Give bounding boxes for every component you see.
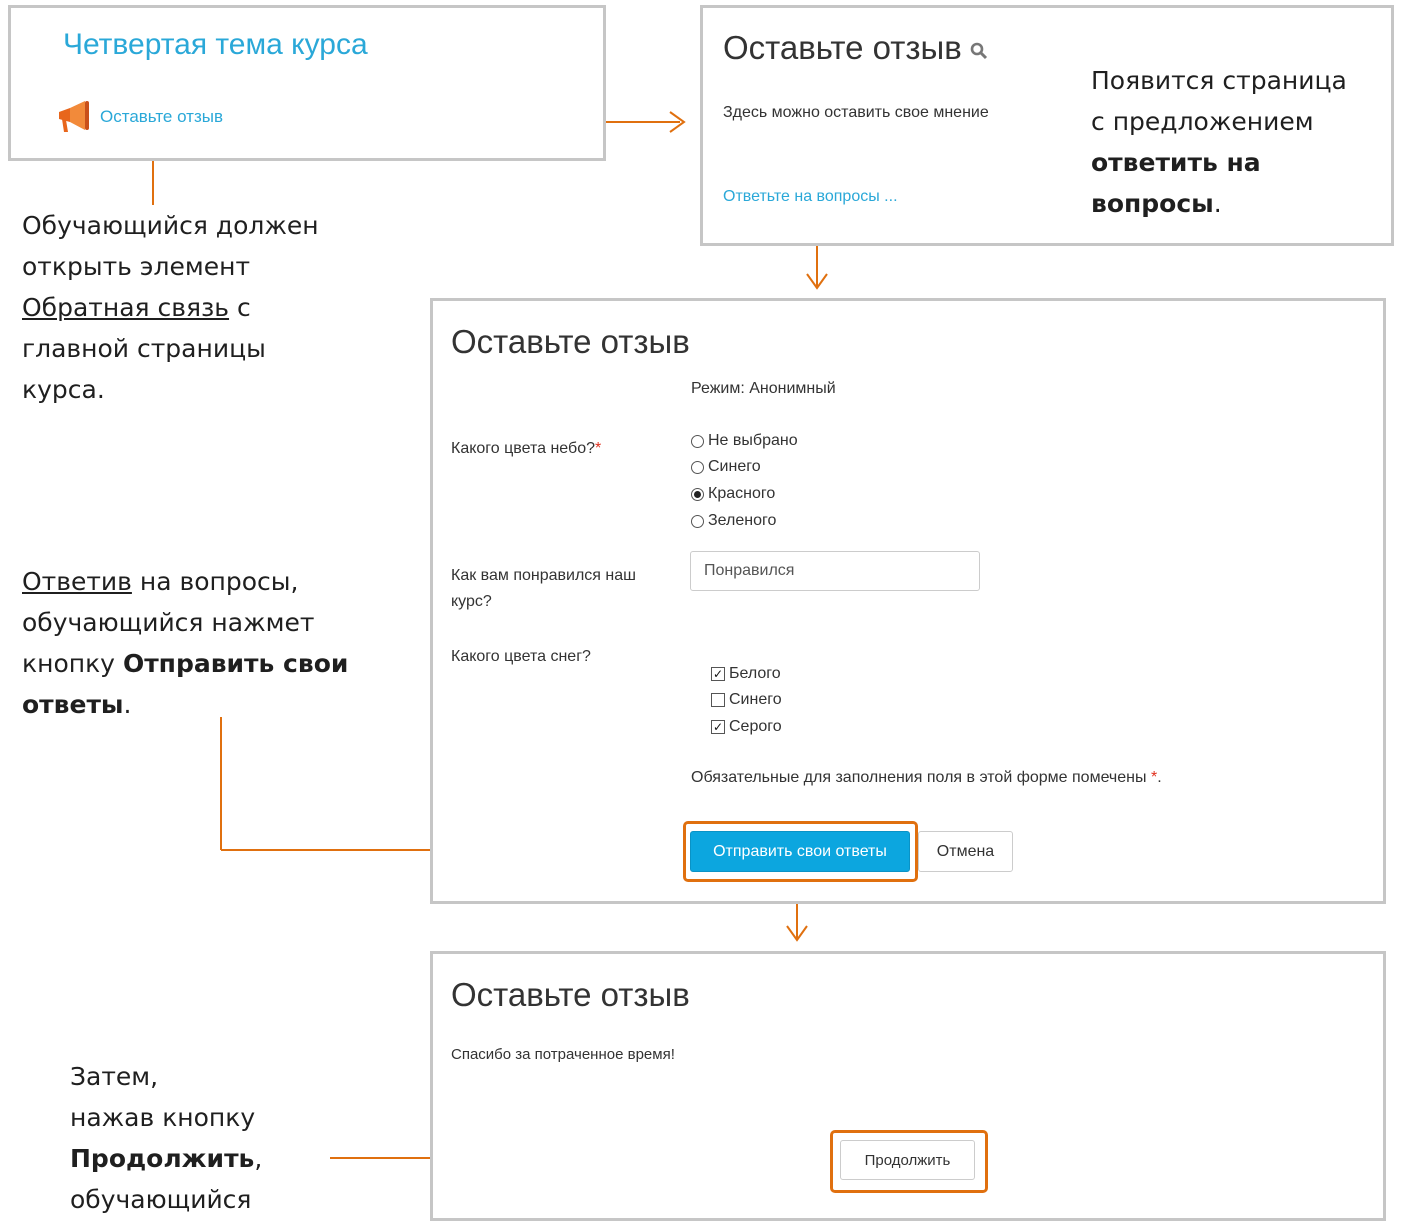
thanks-message: Спасибо за потраченное время!: [451, 1046, 675, 1063]
radio-option-green[interactable]: Зеленого: [691, 512, 776, 530]
topic-title: Четвертая тема курса: [63, 28, 368, 61]
submit-answers-button[interactable]: Отправить свои ответы: [690, 831, 910, 872]
course-topic-panel: Четвертая тема курса Оставьте отзыв: [8, 5, 606, 161]
checkbox-option-gray[interactable]: ✓ Серого: [711, 718, 782, 736]
megaphone-icon: [56, 100, 92, 134]
mode-label: Режим: Анонимный: [691, 380, 836, 397]
radio-option-blue[interactable]: Синего: [691, 458, 761, 476]
checkbox-checked[interactable]: ✓: [711, 720, 725, 734]
radio-button[interactable]: [691, 460, 704, 474]
question-snow-label: Какого цвета снег?: [451, 648, 591, 665]
search-icon[interactable]: [970, 42, 988, 60]
course-opinion-input[interactable]: Понравился: [690, 551, 980, 591]
feedback-intro-panel: Оставьте отзыв Здесь можно оставить свое…: [700, 5, 1394, 246]
cancel-button[interactable]: Отмена: [918, 831, 1013, 872]
required-fields-note: Обязательные для заполнения поля в этой …: [691, 769, 1162, 786]
feedback-link-label[interactable]: Оставьте отзыв: [100, 107, 223, 127]
form-title: Оставьте отзыв: [451, 323, 690, 360]
checkbox-checked[interactable]: ✓: [711, 667, 725, 681]
page-title: Оставьте отзыв: [723, 29, 962, 66]
annotation-submit: Ответив на вопросы, обучающийся нажмет к…: [22, 567, 349, 719]
checkbox-option-blue[interactable]: Синего: [711, 691, 782, 709]
thanks-panel: Оставьте отзыв Спасибо за потраченное вр…: [430, 951, 1386, 1221]
question-course-label: Как вам понравился наш курс?: [451, 567, 636, 610]
answer-questions-link[interactable]: Ответьте на вопросы ...: [723, 188, 898, 206]
radio-option-not-selected[interactable]: Не выбрано: [691, 432, 798, 450]
radio-button[interactable]: [691, 434, 704, 448]
thanks-title: Оставьте отзыв: [451, 976, 690, 1013]
radio-button[interactable]: [691, 514, 704, 528]
checkbox-option-white[interactable]: ✓ Белого: [711, 665, 781, 683]
checkbox[interactable]: [711, 693, 725, 707]
continue-button[interactable]: Продолжить: [840, 1140, 975, 1180]
feedback-form-panel: Оставьте отзыв Режим: Анонимный Какого ц…: [430, 298, 1386, 904]
radio-option-red[interactable]: Красного: [691, 485, 775, 503]
radio-button-selected[interactable]: [691, 487, 704, 501]
annotation-open-feedback: Обучающийся должен открыть элемент Обрат…: [22, 211, 319, 404]
annotation-page-appears: Появится страница с предложением ответит…: [1079, 60, 1391, 224]
feedback-description: Здесь можно оставить свое мнение: [723, 104, 989, 121]
question-sky-label: Какого цвета небо?*: [451, 440, 602, 457]
feedback-activity-link[interactable]: Оставьте отзыв: [56, 100, 223, 134]
annotation-continue: Затем, нажав кнопку Продолжить, обучающи…: [70, 1062, 263, 1214]
